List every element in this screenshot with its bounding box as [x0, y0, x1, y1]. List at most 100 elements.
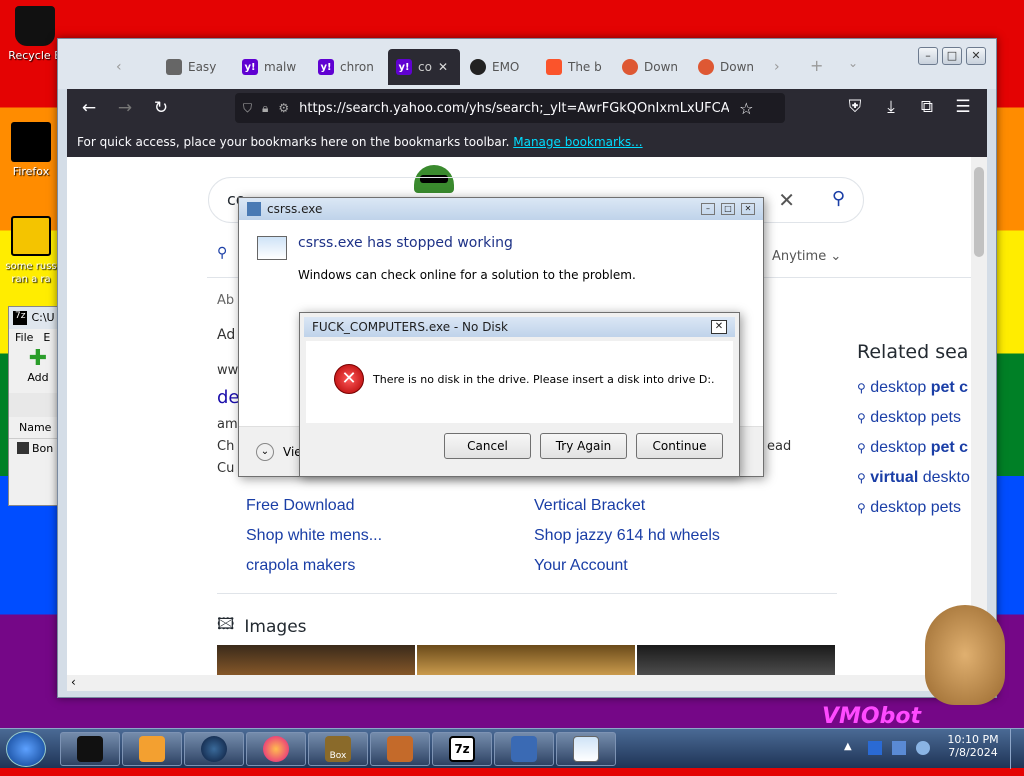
menu-file[interactable]: File — [15, 331, 33, 345]
desktop-russian-file[interactable]: some russ ran a ra — [0, 216, 62, 285]
suggestion-vertical-bracket[interactable]: Vertical Bracket — [534, 497, 645, 515]
taskbar-item-firefox[interactable] — [246, 732, 306, 766]
tab-download-2[interactable]: Down — [690, 49, 762, 85]
search-icon[interactable]: ⚲ — [832, 188, 845, 209]
result-snippet: Ad — [217, 327, 236, 343]
tab-easy[interactable]: Easy — [158, 49, 230, 85]
forward-button[interactable]: → — [107, 98, 143, 118]
menu-hamburger-icon[interactable]: ☰ — [945, 97, 981, 117]
close-tab-icon[interactable]: ✕ — [438, 60, 448, 74]
url-text[interactable]: https://search.yahoo.com/yhs/search;_ylt… — [299, 101, 729, 116]
duckduckgo-favicon-icon — [698, 59, 714, 75]
taskbar-item-box[interactable]: Box — [308, 732, 368, 766]
suggestion-jazzy-wheels[interactable]: Shop jazzy 614 hd wheels — [534, 527, 720, 545]
try-again-button[interactable]: Try Again — [540, 433, 627, 459]
result-title-link[interactable]: de — [217, 387, 240, 408]
images-section-header[interactable]: 🖾︎ Images — [217, 613, 307, 640]
clear-search-icon[interactable]: ✕ — [778, 188, 795, 212]
chevron-down-icon: ⌄ — [830, 249, 842, 264]
tab-active-search[interactable]: y! co ✕ — [388, 49, 460, 85]
continue-button[interactable]: Continue — [636, 433, 723, 459]
clock-date: 7/8/2024 — [948, 746, 998, 759]
manage-bookmarks-link[interactable]: Manage bookmarks... — [513, 135, 642, 149]
show-hidden-icons-button[interactable]: ▲ — [844, 741, 852, 752]
maximize-button[interactable]: □ — [942, 47, 962, 65]
image-result-1[interactable] — [217, 645, 415, 675]
list-tabs-button[interactable]: ⌄ — [848, 56, 858, 70]
close-button[interactable]: ✕ — [741, 203, 755, 215]
taskbar-item-house[interactable] — [370, 732, 430, 766]
program-icon — [247, 202, 261, 216]
taskbar-item-blackbox[interactable] — [60, 732, 120, 766]
house-icon — [387, 736, 413, 762]
related-search-item[interactable]: ⚲ virtual deskto — [857, 469, 970, 487]
close-window-button[interactable]: ✕ — [966, 47, 986, 65]
tab-brave[interactable]: The b — [538, 49, 610, 85]
hamster-mascot-icon — [925, 605, 1005, 705]
no-disk-titlebar: FUCK_COMPUTERS.exe - No Disk ✕ — [304, 317, 735, 337]
permissions-icon[interactable]: ⚙︎ — [278, 101, 289, 115]
sevenzip-icon: 7z — [13, 311, 28, 325]
close-button[interactable]: ✕ — [711, 320, 727, 334]
vertical-scrollbar[interactable] — [971, 157, 987, 675]
tab-malware[interactable]: y! malw — [234, 49, 306, 85]
tab-download-1[interactable]: Down — [614, 49, 686, 85]
related-search-item[interactable]: ⚲ desktop pet c — [857, 439, 968, 457]
brave-favicon-icon — [546, 59, 562, 75]
related-search-item[interactable]: ⚲ desktop pets — [857, 409, 961, 427]
image-result-3[interactable] — [637, 645, 835, 675]
network-icon[interactable] — [892, 741, 906, 755]
lock-icon[interactable]: 🔒︎ — [262, 101, 268, 116]
minimize-button[interactable]: – — [918, 47, 938, 65]
taskbar-item-media-player[interactable] — [122, 732, 182, 766]
scroll-left-icon[interactable]: ‹ — [71, 675, 76, 689]
suggestion-your-account[interactable]: Your Account — [534, 557, 628, 575]
time-filter[interactable]: Anytime ⌄ — [772, 249, 841, 264]
downloads-icon[interactable]: ⤓ — [873, 97, 909, 117]
cancel-button[interactable]: Cancel — [444, 433, 531, 459]
bookmark-star-icon[interactable]: ☆ — [739, 99, 753, 118]
shield-icon[interactable]: ⛉ — [243, 101, 252, 116]
volume-icon[interactable] — [916, 741, 930, 755]
start-button[interactable] — [6, 731, 46, 767]
tab-chrono[interactable]: y! chron — [310, 49, 382, 85]
taskbar-item-7zip[interactable]: 7z — [432, 732, 492, 766]
reload-button[interactable]: ↻ — [143, 98, 179, 118]
show-desktop-button[interactable] — [1010, 729, 1024, 769]
taskbar-item-globe[interactable] — [184, 732, 244, 766]
minimize-button[interactable]: – — [701, 203, 715, 215]
desktop-firefox[interactable]: Firefox — [0, 122, 62, 178]
document-icon — [11, 216, 51, 256]
yahoo-favicon-icon: y! — [318, 59, 334, 75]
extensions-icon[interactable]: ⧉ — [909, 97, 945, 117]
suggestion-crapola-makers[interactable]: crapola makers — [246, 557, 355, 575]
pocket-icon[interactable]: ⛨ — [837, 97, 873, 117]
csrss-heading: csrss.exe has stopped working — [298, 235, 513, 251]
tab-emo[interactable]: EMO — [462, 49, 534, 85]
tab-scroll-right-button[interactable]: › — [774, 59, 780, 75]
suggestion-free-download[interactable]: Free Download — [246, 497, 355, 515]
chevron-down-icon[interactable]: ⌄ — [256, 443, 274, 461]
clock[interactable]: 10:10 PM 7/8/2024 — [946, 733, 1000, 759]
navigation-toolbar: ← → ↻ ⛉ 🔒︎ ⚙︎ https://search.yahoo.com/y… — [67, 89, 987, 127]
related-search-item[interactable]: ⚲ desktop pet c — [857, 379, 968, 397]
image-result-2[interactable] — [417, 645, 635, 675]
no-disk-dialog[interactable]: FUCK_COMPUTERS.exe - No Disk ✕ ✕ There i… — [299, 312, 740, 477]
suggestion-shop-white-mens[interactable]: Shop white mens... — [246, 527, 382, 545]
taskbar-item-csrss[interactable] — [556, 732, 616, 766]
menu-edit[interactable]: E — [43, 331, 50, 345]
horizontal-scrollbar[interactable]: ‹ — [67, 675, 971, 691]
back-button[interactable]: ← — [71, 98, 107, 118]
tray-icon[interactable] — [868, 741, 882, 755]
maximize-button[interactable]: □ — [721, 203, 735, 215]
tab-scroll-left-button[interactable]: ‹ — [116, 59, 122, 75]
search-tab-icon[interactable]: ⚲ — [217, 245, 227, 261]
7zip-icon: 7z — [449, 736, 475, 762]
new-tab-button[interactable]: + — [810, 56, 823, 75]
bookmarks-hint: For quick access, place your bookmarks h… — [77, 135, 510, 149]
related-search-item[interactable]: ⚲ desktop pets — [857, 499, 961, 517]
easy-favicon-icon — [166, 59, 182, 75]
url-bar[interactable]: ⛉ 🔒︎ ⚙︎ https://search.yahoo.com/yhs/sea… — [235, 93, 785, 123]
taskbar-item-installer[interactable] — [494, 732, 554, 766]
yahoo-favicon-icon: y! — [242, 59, 258, 75]
